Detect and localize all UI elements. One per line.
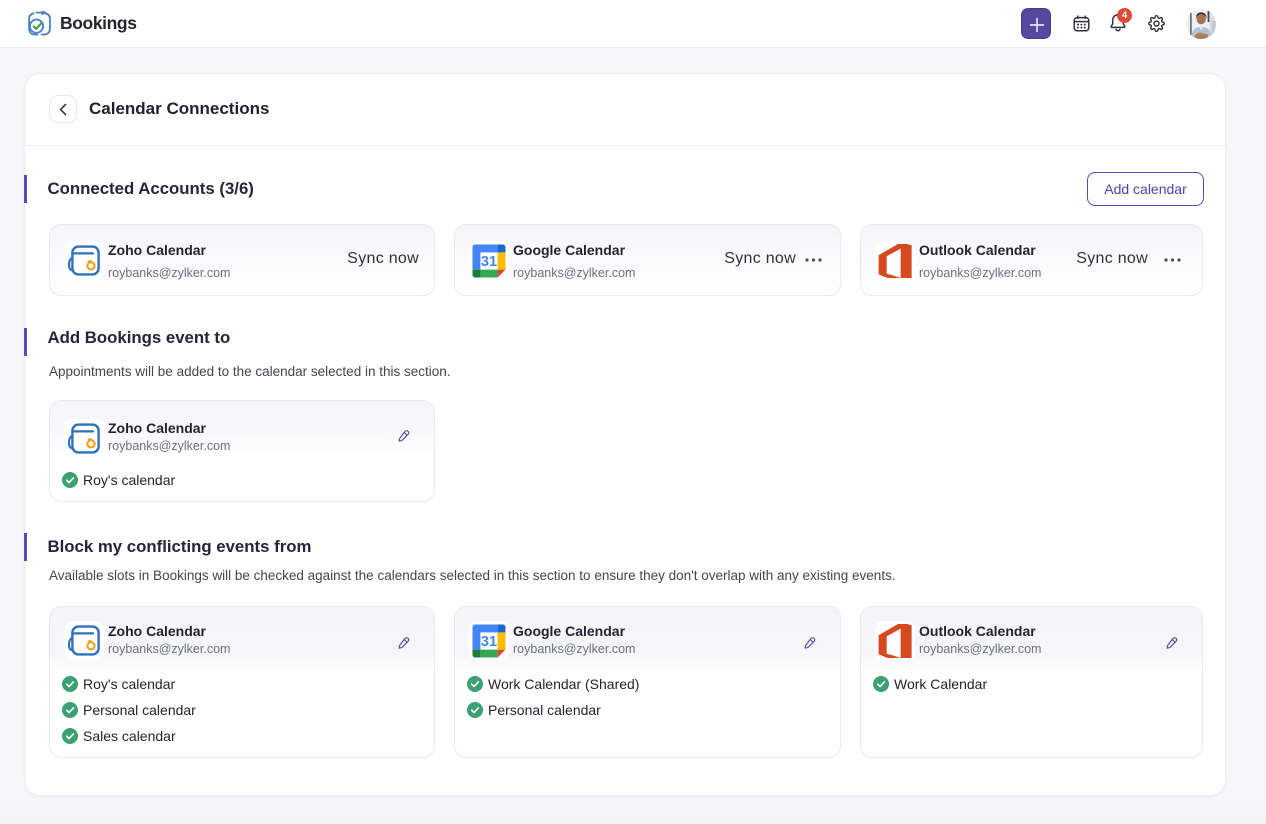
svg-text:31: 31	[481, 634, 497, 650]
svg-text:31: 31	[481, 254, 497, 270]
